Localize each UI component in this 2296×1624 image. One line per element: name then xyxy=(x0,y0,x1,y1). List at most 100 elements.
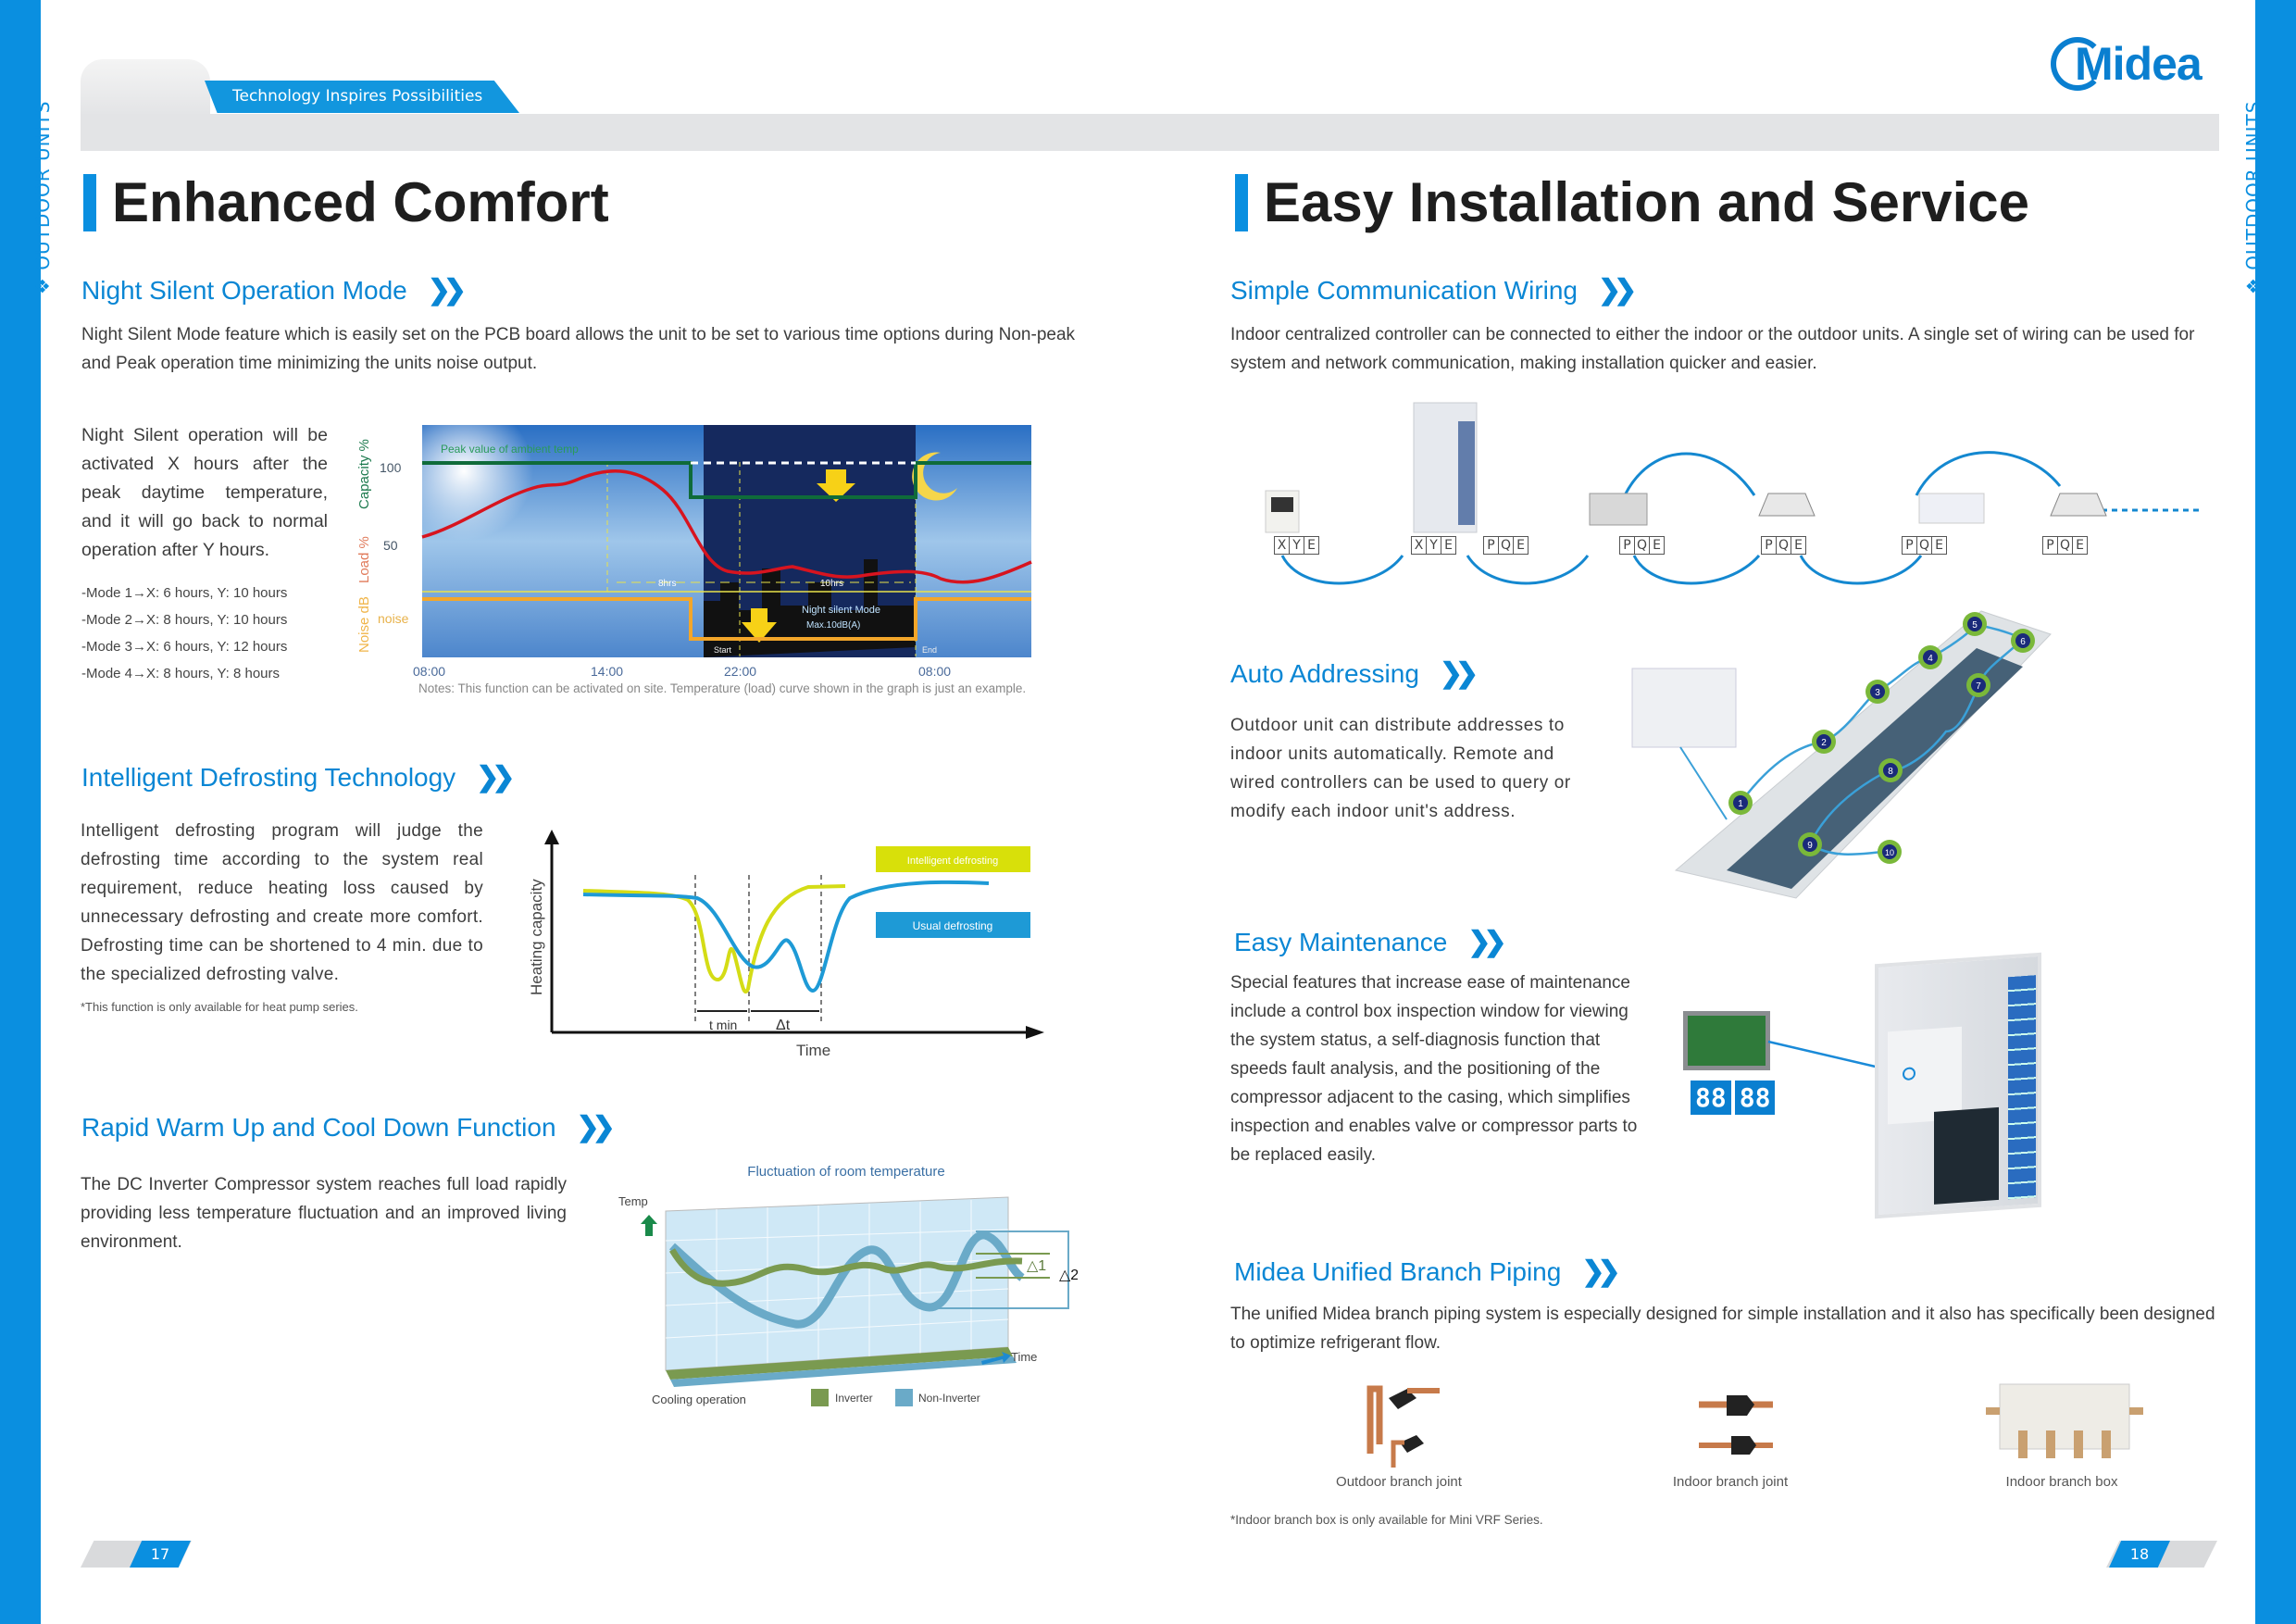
terminal: P xyxy=(1619,536,1635,555)
pcb-board-image xyxy=(1683,1011,1770,1070)
x-tick: 22:00 xyxy=(724,664,756,679)
capacity-axis-label: Capacity % xyxy=(356,439,372,509)
terminal-block: XYE xyxy=(1411,535,1456,555)
y-axis-arrow xyxy=(544,830,559,844)
unit-number: 10 xyxy=(1885,848,1894,857)
terminal-block: PQE xyxy=(2042,535,2088,555)
terminal: P xyxy=(1761,536,1777,555)
midea-logo: Midea xyxy=(2051,36,2202,94)
delta1-label: △1 xyxy=(1027,1258,1046,1274)
unit-number: 1 xyxy=(1738,799,1743,809)
legend-usual-label: Usual defrosting xyxy=(913,919,993,932)
legend-inverter-swatch xyxy=(811,1389,829,1406)
maintenance-body: Special features that increase ease of m… xyxy=(1230,973,1638,1165)
branch-footnote: *Indoor branch box is only available for… xyxy=(1230,1513,1543,1527)
terminal: E xyxy=(1513,536,1529,555)
tick-noise: noise xyxy=(378,611,409,626)
heading-night-silent: Night Silent Operation Mode ❯❯ xyxy=(81,274,467,306)
peak-label: Peak value of ambient temp xyxy=(441,443,579,456)
chevron-right-icon: ❯❯ xyxy=(476,762,515,793)
cassette-unit-image xyxy=(1758,493,1816,517)
terminal: P xyxy=(1483,536,1499,555)
tmin-label: t min xyxy=(709,1018,737,1032)
night-notes: Notes: This function can be activated on… xyxy=(418,681,1027,695)
unit-number: 9 xyxy=(1807,841,1813,851)
legend-noninverter: Non-Inverter xyxy=(918,1392,980,1405)
heading-text: Easy Maintenance xyxy=(1234,928,1448,956)
terminal-block: XYE xyxy=(1274,535,1319,555)
label-8hrs: 8hrs xyxy=(658,579,676,589)
max-db-label: Max.10dB(A) xyxy=(806,620,860,631)
heading-text: Intelligent Defrosting Technology xyxy=(81,763,456,792)
x-axis-label: Time xyxy=(796,1042,830,1059)
unit-number: 7 xyxy=(1976,681,1981,692)
mode-item: -Mode 4→X: 8 hours, Y: 8 hours xyxy=(81,666,281,681)
chevron-right-icon: ❯❯ xyxy=(427,275,467,306)
x-axis-arrow xyxy=(1026,1026,1044,1039)
night-description: Night Silent operation will be activated… xyxy=(81,425,328,560)
unit-number: 2 xyxy=(1821,738,1827,748)
rapid-body: The DC Inverter Compressor system reache… xyxy=(81,1175,567,1252)
segment-display: 88 88 xyxy=(1691,1081,1778,1115)
item-label: Indoor branch joint xyxy=(1672,1474,1789,1490)
branch-body: The unified Midea branch piping system i… xyxy=(1230,1305,2215,1353)
terminal-block: PQE xyxy=(1483,535,1529,555)
item-label: Outdoor branch joint xyxy=(1336,1474,1462,1490)
heading-text: Midea Unified Branch Piping xyxy=(1234,1257,1562,1286)
load-axis-label: Load % xyxy=(356,536,372,583)
heading-text: Night Silent Operation Mode xyxy=(81,276,407,305)
terminal: Q xyxy=(1776,536,1791,555)
heading-auto-addressing: Auto Addressing ❯❯ xyxy=(1230,657,1479,690)
mode-item: -Mode 2→X: 8 hours, Y: 10 hours xyxy=(81,612,288,628)
heading-maintenance: Easy Maintenance ❯❯ xyxy=(1234,926,1507,958)
chevron-right-icon: ❯❯ xyxy=(1598,275,1637,306)
delta-t-label: Δt xyxy=(776,1018,791,1033)
terminal: P xyxy=(2042,536,2058,555)
wall-unit-image xyxy=(1918,493,1985,524)
night-intro: Night Silent Mode feature which is easil… xyxy=(81,325,1076,373)
indoor-branch-box-image xyxy=(1986,1383,2143,1458)
label-10hrs: 10hrs xyxy=(820,579,843,589)
side-label-text: OUTDOOR UNITS xyxy=(31,100,54,270)
duct-unit-image xyxy=(1589,493,1648,526)
heading-text: Simple Communication Wiring xyxy=(1230,276,1578,305)
terminal: E xyxy=(1304,536,1319,555)
legend-inverter: Inverter xyxy=(835,1392,873,1405)
item-label: Indoor branch box xyxy=(2005,1474,2118,1490)
x-tick: 08:00 xyxy=(918,664,951,679)
chevron-right-icon: ❯❯ xyxy=(576,1112,616,1143)
heading-rapid: Rapid Warm Up and Cool Down Function ❯❯ xyxy=(81,1111,616,1143)
heading-wiring: Simple Communication Wiring ❯❯ xyxy=(1230,274,1637,306)
terminal: Q xyxy=(2057,536,2073,555)
wiring-body: Indoor centralized controller can be con… xyxy=(1230,325,2195,373)
side-label-left: ❖ OUTDOOR UNITS xyxy=(31,101,54,294)
unit-number: 5 xyxy=(1972,620,1978,631)
unit-number: 4 xyxy=(1928,654,1933,664)
header-bar xyxy=(81,114,2219,151)
terminal-block: PQE xyxy=(1761,535,1806,555)
terminal: Q xyxy=(1498,536,1514,555)
up-arrow-icon xyxy=(641,1215,657,1236)
noise-axis-label: Noise dB xyxy=(356,596,372,653)
tagline-tab: Technology Inspires Possibilities xyxy=(205,81,519,113)
header-tab-shape xyxy=(81,59,210,117)
legend-intelligent-label: Intelligent defrosting xyxy=(907,856,998,867)
end-label: End xyxy=(922,645,937,655)
intelligent-defrosting-curve xyxy=(582,884,846,993)
terminal: X xyxy=(1274,536,1290,555)
graph-title: Fluctuation of room temperature xyxy=(747,1164,944,1180)
diamond-icon: ❖ xyxy=(31,269,54,294)
unit-number: 8 xyxy=(1888,767,1893,777)
outdoor-branch-joint-image xyxy=(1366,1385,1440,1468)
building-diagram: 1 2 3 4 5 6 7 8 9 10 xyxy=(1631,610,2052,899)
terminal: Y xyxy=(1289,536,1304,555)
heading-text: Rapid Warm Up and Cool Down Function xyxy=(81,1113,556,1142)
heading-defrosting: Intelligent Defrosting Technology ❯❯ xyxy=(81,761,516,793)
terminal: Y xyxy=(1426,536,1441,555)
terminal: E xyxy=(1441,536,1456,555)
defrost-graph: Heating capacity Time t min Δt Intellige… xyxy=(528,830,1044,1059)
time-label: Time xyxy=(1011,1350,1037,1364)
x-tick: 14:00 xyxy=(591,664,623,679)
terminal: E xyxy=(2072,536,2088,555)
mode-list: -Mode 1→X: 6 hours, Y: 10 hours -Mode 2→… xyxy=(81,580,287,687)
